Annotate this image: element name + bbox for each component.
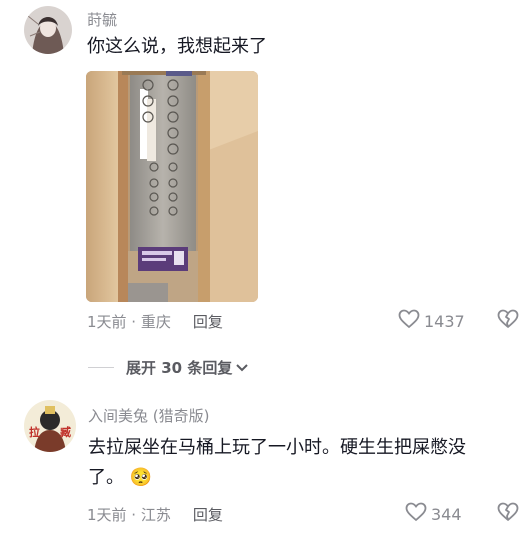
avatar[interactable]: 拉 臧 bbox=[24, 400, 76, 452]
dislike-button[interactable] bbox=[497, 309, 519, 333]
comment-meta: 1天前 · 重庆 回复 bbox=[87, 311, 223, 332]
avatar[interactable] bbox=[24, 6, 72, 54]
like-button[interactable]: 344 bbox=[405, 502, 462, 526]
broken-heart-icon bbox=[497, 309, 519, 333]
like-count: 1437 bbox=[424, 311, 465, 331]
divider bbox=[88, 367, 114, 368]
svg-text:臧: 臧 bbox=[60, 425, 71, 439]
comment-text-line: 了。 🥺 bbox=[88, 463, 508, 493]
heart-icon bbox=[398, 309, 420, 333]
chevron-down-icon bbox=[235, 359, 249, 377]
expand-replies-button[interactable]: 展开 30 条回复 bbox=[88, 357, 249, 378]
comment-text: 去拉屎坐在马桶上玩了一小时。硬生生把屎憋没 了。 🥺 bbox=[88, 433, 508, 493]
expand-replies-label: 展开 30 条回复 bbox=[126, 359, 233, 377]
like-button[interactable]: 1437 bbox=[398, 309, 465, 333]
comment-time-location: 1天前 · 重庆 bbox=[87, 313, 171, 331]
reply-button[interactable]: 回复 bbox=[193, 311, 223, 332]
dislike-button[interactable] bbox=[497, 502, 519, 526]
comment-text-line: 去拉屎坐在马桶上玩了一小时。硬生生把屎憋没 bbox=[88, 437, 466, 458]
comment-time-location: 1天前 · 江苏 bbox=[87, 506, 171, 524]
broken-heart-icon bbox=[497, 502, 519, 526]
comment-meta: 1天前 · 江苏 回复 bbox=[87, 504, 223, 525]
comment-username[interactable]: 入间美兔 (猎奇版) bbox=[88, 405, 209, 426]
svg-text:拉: 拉 bbox=[29, 425, 40, 439]
comment-username[interactable]: 莳毓 bbox=[87, 9, 117, 30]
heart-icon bbox=[405, 502, 427, 526]
reply-button[interactable]: 回复 bbox=[193, 504, 223, 525]
pleading-face-emoji: 🥺 bbox=[129, 467, 153, 488]
comment-image[interactable] bbox=[86, 71, 258, 302]
comment-text-end: 了。 bbox=[88, 467, 124, 488]
like-count: 344 bbox=[431, 504, 462, 524]
comment-text: 你这么说，我想起来了 bbox=[87, 36, 267, 57]
